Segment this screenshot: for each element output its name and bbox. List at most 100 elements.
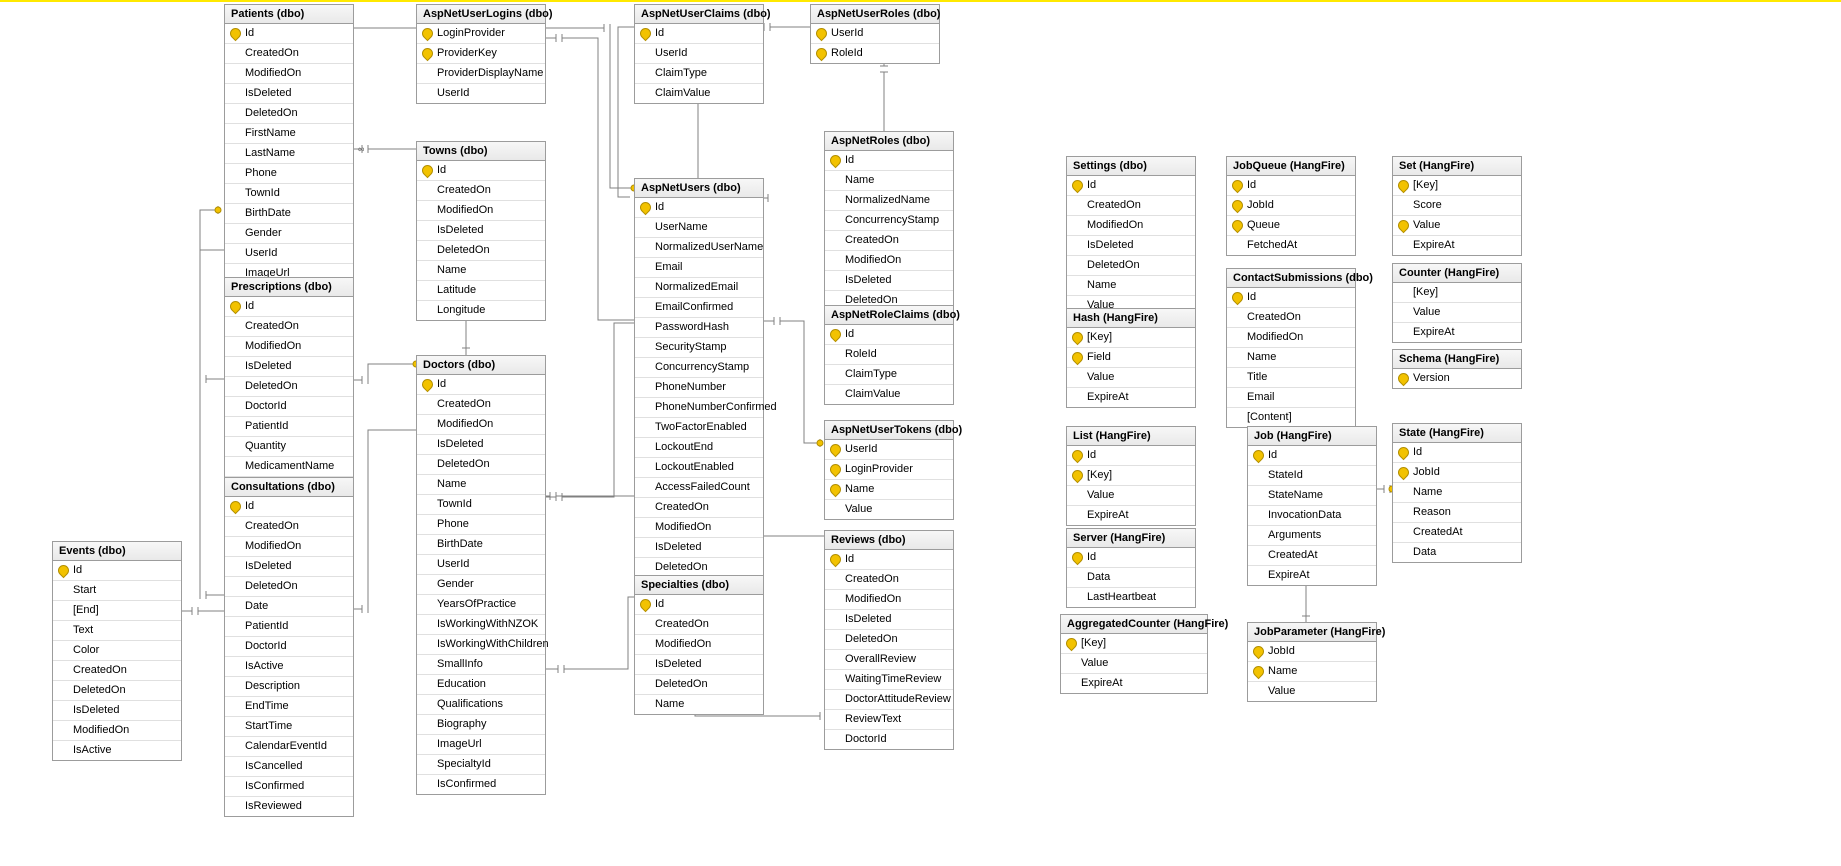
column[interactable]: Reason <box>1393 502 1521 522</box>
column[interactable]: Email <box>635 257 763 277</box>
table-header[interactable]: JobQueue (HangFire) <box>1227 157 1355 176</box>
column[interactable]: Name <box>825 170 953 190</box>
column[interactable]: [Key] <box>1393 283 1521 302</box>
column[interactable]: Value <box>1061 653 1207 673</box>
column[interactable]: Data <box>1067 567 1195 587</box>
column[interactable]: FirstName <box>225 123 353 143</box>
table-jobqueue[interactable]: JobQueue (HangFire)IdJobIdQueueFetchedAt <box>1226 156 1356 256</box>
column[interactable]: Id <box>53 561 181 580</box>
column[interactable]: DeletedOn <box>1067 255 1195 275</box>
column[interactable]: LastHeartbeat <box>1067 587 1195 607</box>
column[interactable]: YearsOfPractice <box>417 594 545 614</box>
diagram-canvas[interactable]: ∞ Patients (dbo)IdCreatedOnModifiedOnIsD… <box>0 0 1841 866</box>
table-aspnetusertokens[interactable]: AspNetUserTokens (dbo)UserIdLoginProvide… <box>824 420 954 520</box>
column[interactable]: FetchedAt <box>1227 235 1355 255</box>
table-header[interactable]: AspNetUserClaims (dbo) <box>635 5 763 24</box>
column[interactable]: Name <box>825 479 953 499</box>
column[interactable]: IsDeleted <box>225 83 353 103</box>
table-header[interactable]: Set (HangFire) <box>1393 157 1521 176</box>
column[interactable]: Name <box>1227 347 1355 367</box>
table-header[interactable]: AggregatedCounter (HangFire) <box>1061 615 1207 634</box>
table-header[interactable]: AspNetUserTokens (dbo) <box>825 421 953 440</box>
column[interactable]: LockoutEnabled <box>635 457 763 477</box>
column[interactable]: DoctorAttitudeReview <box>825 689 953 709</box>
table-header[interactable]: Settings (dbo) <box>1067 157 1195 176</box>
table-header[interactable]: Consultations (dbo) <box>225 478 353 497</box>
column[interactable]: Id <box>825 325 953 344</box>
column[interactable]: Value <box>1393 302 1521 322</box>
column[interactable]: ClaimType <box>825 364 953 384</box>
column[interactable]: CreatedOn <box>825 569 953 589</box>
column[interactable]: Id <box>1227 176 1355 195</box>
column[interactable]: ModifiedOn <box>825 250 953 270</box>
column[interactable]: UserName <box>635 217 763 237</box>
table-aspnetroleclaims[interactable]: AspNetRoleClaims (dbo)IdRoleIdClaimTypeC… <box>824 305 954 405</box>
table-header[interactable]: Prescriptions (dbo) <box>225 278 353 297</box>
column[interactable]: ModifiedOn <box>825 589 953 609</box>
column[interactable]: IsConfirmed <box>417 774 545 794</box>
table-header[interactable]: ContactSubmissions (dbo) <box>1227 269 1355 288</box>
column[interactable]: LoginProvider <box>417 24 545 43</box>
table-reviews[interactable]: Reviews (dbo)IdCreatedOnModifiedOnIsDele… <box>824 530 954 750</box>
column[interactable]: Data <box>1393 542 1521 562</box>
table-header[interactable]: AspNetRoles (dbo) <box>825 132 953 151</box>
column[interactable]: ModifiedOn <box>417 200 545 220</box>
column[interactable]: SpecialtyId <box>417 754 545 774</box>
table-header[interactable]: Schema (HangFire) <box>1393 350 1521 369</box>
table-patients[interactable]: Patients (dbo)IdCreatedOnModifiedOnIsDel… <box>224 4 354 284</box>
column[interactable]: CreatedOn <box>225 516 353 536</box>
column[interactable]: IsReviewed <box>225 796 353 816</box>
column[interactable]: CreatedOn <box>53 660 181 680</box>
column[interactable]: ModifiedOn <box>225 536 353 556</box>
table-aspnetusers[interactable]: AspNetUsers (dbo)IdUserNameNormalizedUse… <box>634 178 764 578</box>
column[interactable]: PhoneNumber <box>635 377 763 397</box>
column[interactable]: TwoFactorEnabled <box>635 417 763 437</box>
column[interactable]: IsDeleted <box>225 556 353 576</box>
column[interactable]: DeletedOn <box>635 557 763 577</box>
column[interactable]: DoctorId <box>225 396 353 416</box>
column[interactable]: UserId <box>825 440 953 459</box>
column[interactable]: Education <box>417 674 545 694</box>
column[interactable]: CreatedOn <box>635 497 763 517</box>
column[interactable]: Id <box>1393 443 1521 462</box>
column[interactable]: CreatedOn <box>417 394 545 414</box>
column[interactable]: ExpireAt <box>1393 235 1521 255</box>
column[interactable]: Title <box>1227 367 1355 387</box>
column[interactable]: ModifiedOn <box>1067 215 1195 235</box>
column[interactable]: JobId <box>1227 195 1355 215</box>
table-server[interactable]: Server (HangFire)IdDataLastHeartbeat <box>1066 528 1196 608</box>
column[interactable]: Phone <box>225 163 353 183</box>
column[interactable]: SecurityStamp <box>635 337 763 357</box>
table-aspnetuserlogins[interactable]: AspNetUserLogins (dbo)LoginProviderProvi… <box>416 4 546 104</box>
column[interactable]: NormalizedName <box>825 190 953 210</box>
column[interactable]: JobId <box>1393 462 1521 482</box>
column[interactable]: ConcurrencyStamp <box>825 210 953 230</box>
column[interactable]: Value <box>1393 215 1521 235</box>
column[interactable]: ExpireAt <box>1067 387 1195 407</box>
column[interactable]: DeletedOn <box>53 680 181 700</box>
column[interactable]: DeletedOn <box>225 103 353 123</box>
column[interactable]: Id <box>635 24 763 43</box>
column[interactable]: NormalizedEmail <box>635 277 763 297</box>
column[interactable]: ClaimType <box>635 63 763 83</box>
column[interactable]: UserId <box>635 43 763 63</box>
column[interactable]: Name <box>1393 482 1521 502</box>
column[interactable]: MedicamentName <box>225 456 353 476</box>
table-header[interactable]: Hash (HangFire) <box>1067 309 1195 328</box>
column[interactable]: ProviderKey <box>417 43 545 63</box>
table-header[interactable]: Doctors (dbo) <box>417 356 545 375</box>
table-header[interactable]: AspNetRoleClaims (dbo) <box>825 306 953 325</box>
column[interactable]: Value <box>1248 681 1376 701</box>
column[interactable]: Text <box>53 620 181 640</box>
table-towns[interactable]: Towns (dbo)IdCreatedOnModifiedOnIsDelete… <box>416 141 546 321</box>
column[interactable]: Name <box>1248 661 1376 681</box>
column[interactable]: CreatedOn <box>635 614 763 634</box>
column[interactable]: [Key] <box>1393 176 1521 195</box>
column[interactable]: Id <box>417 375 545 394</box>
table-header[interactable]: AspNetUsers (dbo) <box>635 179 763 198</box>
column[interactable]: Value <box>1067 367 1195 387</box>
column[interactable]: IsWorkingWithChildren <box>417 634 545 654</box>
column[interactable]: BirthDate <box>417 534 545 554</box>
column[interactable]: ExpireAt <box>1067 505 1195 525</box>
column[interactable]: SmallInfo <box>417 654 545 674</box>
